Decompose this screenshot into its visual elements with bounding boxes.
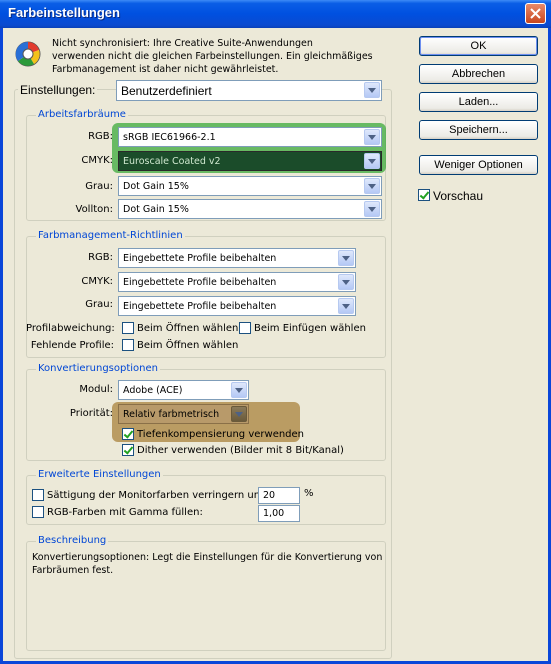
mismatch-paste-checkbox[interactable]: [239, 322, 251, 334]
description-line-1: Konvertierungsoptionen: Legt die Einstel…: [32, 552, 383, 563]
mismatch-open-label: Beim Öffnen wählen: [137, 323, 239, 334]
mismatch-paste-label: Beim Einfügen wählen: [254, 323, 366, 334]
rgb-space-label: RGB:: [88, 131, 113, 142]
chevron-down-icon[interactable]: [364, 178, 380, 194]
engine-select[interactable]: Adobe (ACE): [118, 380, 249, 400]
desaturate-checkbox[interactable]: [32, 489, 44, 501]
chevron-down-icon[interactable]: [364, 82, 380, 98]
cmyk-policy-select[interactable]: Eingebettete Profile beibehalten: [118, 272, 356, 292]
cmyk-policy-label: CMYK:: [81, 276, 113, 287]
blend-gamma-input[interactable]: 1,00: [258, 505, 300, 522]
intent-select[interactable]: Relativ farbmetrisch: [118, 404, 249, 424]
desaturate-label: Sättigung der Monitorfarben verringern u…: [47, 490, 267, 501]
gray-policy-value: Eingebettete Profile beibehalten: [123, 301, 277, 312]
spot-space-value: Dot Gain 15%: [123, 204, 189, 215]
chevron-down-icon[interactable]: [338, 250, 354, 266]
ok-button[interactable]: OK: [419, 36, 538, 56]
cmyk-space-value: Euroscale Coated v2: [123, 156, 221, 167]
intent-label: Priorität:: [69, 408, 113, 419]
description-line-2: Farbräumen fest.: [32, 565, 114, 576]
sync-warning-text: Nicht synchronisiert: Ihre Creative Suit…: [52, 37, 373, 76]
cmyk-space-select[interactable]: Euroscale Coated v2: [118, 151, 382, 171]
cmyk-policy-value: Eingebettete Profile beibehalten: [123, 277, 277, 288]
gray-policy-label: Grau:: [85, 299, 113, 310]
rgb-space-select[interactable]: sRGB IEC61966-2.1: [118, 127, 382, 147]
missing-open-checkbox[interactable]: [122, 339, 134, 351]
black-point-compensation-label: Tiefenkompensierung verwenden: [137, 429, 305, 440]
chevron-down-icon[interactable]: [364, 129, 380, 145]
dither-checkbox[interactable]: [122, 444, 134, 456]
working-spaces-title: Arbeitsfarbräume: [36, 109, 128, 120]
gray-space-label: Grau:: [85, 181, 113, 192]
settings-label: Einstellungen:: [18, 83, 98, 97]
missing-open-label: Beim Öffnen wählen: [137, 340, 239, 351]
desaturate-input[interactable]: 20: [258, 487, 300, 504]
profile-mismatch-label: Profilabweichung:: [26, 323, 115, 334]
gray-policy-select[interactable]: Eingebettete Profile beibehalten: [118, 296, 356, 316]
sync-warning-line-1: Nicht synchronisiert: Ihre Creative Suit…: [52, 38, 313, 49]
gray-space-value: Dot Gain 15%: [123, 181, 189, 192]
window-title: Farbeinstellungen: [8, 5, 120, 20]
chevron-down-icon[interactable]: [364, 153, 380, 169]
rgb-policy-value: Eingebettete Profile beibehalten: [123, 253, 277, 264]
black-point-compensation-checkbox[interactable]: [122, 428, 134, 440]
save-button[interactable]: Speichern...: [419, 120, 538, 140]
preview-label: Vorschau: [433, 189, 484, 203]
settings-select[interactable]: Benutzerdefiniert: [116, 80, 382, 101]
title-bar[interactable]: Farbeinstellungen: [0, 0, 551, 28]
conversion-title: Konvertierungsoptionen: [36, 363, 161, 374]
load-button[interactable]: Laden...: [419, 92, 538, 112]
blend-gamma-checkbox[interactable]: [32, 506, 44, 518]
preview-checkbox[interactable]: [418, 189, 430, 201]
chevron-down-icon[interactable]: [364, 201, 380, 217]
settings-value: Benutzerdefiniert: [121, 84, 212, 98]
chevron-down-icon[interactable]: [338, 298, 354, 314]
chevron-down-icon[interactable]: [231, 382, 247, 398]
rgb-policy-label: RGB:: [88, 252, 113, 263]
engine-value: Adobe (ACE): [123, 385, 183, 396]
advanced-title: Erweiterte Einstellungen: [36, 469, 163, 480]
intent-value: Relativ farbmetrisch: [123, 409, 220, 420]
mismatch-open-checkbox[interactable]: [122, 322, 134, 334]
close-button[interactable]: [525, 3, 546, 24]
cmyk-space-label: CMYK:: [81, 155, 113, 166]
engine-label: Modul:: [79, 384, 113, 395]
sync-warning-line-3: Farbmanagement ist daher nicht gewährlei…: [52, 64, 279, 75]
color-wheel-warning-icon: [15, 41, 41, 67]
spot-space-label: Vollton:: [75, 204, 114, 215]
chevron-down-icon[interactable]: [231, 406, 247, 422]
policies-title: Farbmanagement-Richtlinien: [36, 230, 185, 241]
description-text: Konvertierungsoptionen: Legt die Einstel…: [32, 551, 382, 577]
sync-warning-line-2: verwenden nicht die gleichen Farbeinstel…: [52, 51, 373, 62]
chevron-down-icon[interactable]: [338, 274, 354, 290]
desaturate-unit: %: [304, 488, 314, 499]
cancel-button[interactable]: Abbrechen: [419, 64, 538, 84]
rgb-policy-select[interactable]: Eingebettete Profile beibehalten: [118, 248, 356, 268]
missing-profiles-label: Fehlende Profile:: [30, 340, 114, 351]
description-title: Beschreibung: [36, 535, 109, 546]
dither-label: Dither verwenden (Bilder mit 8 Bit/Kanal…: [137, 445, 344, 456]
rgb-space-value: sRGB IEC61966-2.1: [123, 132, 216, 143]
spot-space-select[interactable]: Dot Gain 15%: [118, 199, 382, 219]
blend-gamma-label: RGB-Farben mit Gamma füllen:: [47, 507, 203, 518]
close-icon: [530, 8, 541, 19]
fewer-options-button[interactable]: Weniger Optionen: [419, 155, 538, 175]
gray-space-select[interactable]: Dot Gain 15%: [118, 176, 382, 196]
